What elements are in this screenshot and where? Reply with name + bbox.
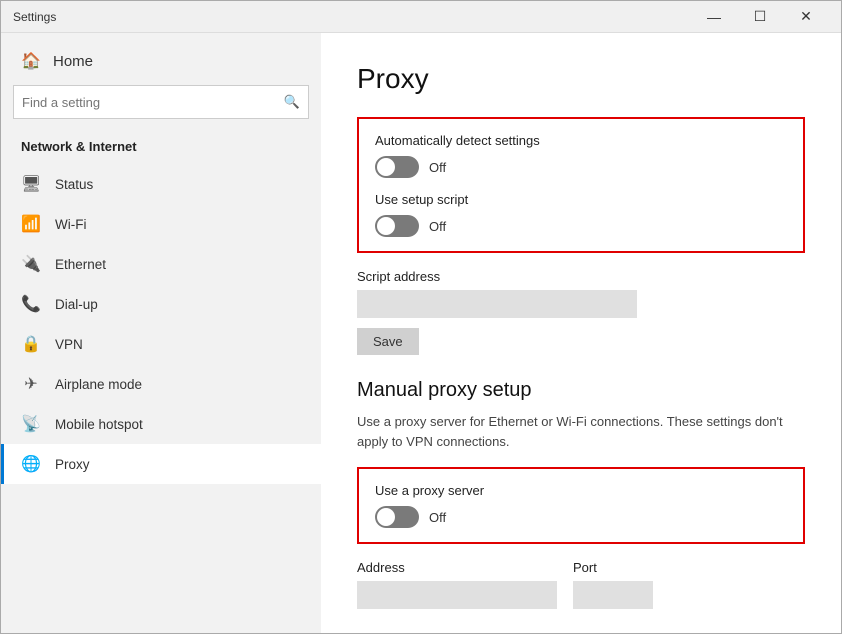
hotspot-icon: 📡 <box>21 414 41 434</box>
maximize-button[interactable]: ☐ <box>737 1 783 33</box>
search-input[interactable] <box>22 95 284 110</box>
proxy-icon: 🌐 <box>21 454 41 474</box>
sidebar-home[interactable]: 🏠 Home <box>1 33 321 85</box>
titlebar: Settings — ☐ ✕ <box>1 1 841 33</box>
main-content: Proxy Automatically detect settings Off … <box>321 33 841 633</box>
auto-detect-state: Off <box>429 160 446 175</box>
sidebar-label-dialup: Dial-up <box>55 297 98 312</box>
save-button[interactable]: Save <box>357 328 419 355</box>
address-field: Address <box>357 560 557 609</box>
sidebar-item-hotspot[interactable]: 📡 Mobile hotspot <box>1 404 321 444</box>
app-body: 🏠 Home 🔍 Network & Internet 🖥 Status 📶 W… <box>1 33 841 633</box>
search-icon: 🔍 <box>284 94 300 110</box>
port-field: Port <box>573 560 653 609</box>
sidebar-item-ethernet[interactable]: 🔌 Ethernet <box>1 244 321 284</box>
automatic-proxy-section: Automatically detect settings Off Use se… <box>357 117 805 253</box>
address-port-row: Address Port <box>357 560 805 609</box>
sidebar-item-dialup[interactable]: 📞 Dial-up <box>1 284 321 324</box>
use-proxy-toggle[interactable] <box>375 506 419 528</box>
window-controls: — ☐ ✕ <box>691 1 829 33</box>
address-input[interactable] <box>357 581 557 609</box>
status-icon: 🖥 <box>21 174 41 194</box>
script-address-label: Script address <box>357 269 805 284</box>
use-proxy-label: Use a proxy server <box>375 483 787 498</box>
auto-detect-label: Automatically detect settings <box>375 133 787 148</box>
search-box[interactable]: 🔍 <box>13 85 309 119</box>
page-title: Proxy <box>357 63 805 95</box>
home-icon: 🏠 <box>21 51 41 71</box>
dialup-icon: 📞 <box>21 294 41 314</box>
sidebar-item-vpn[interactable]: 🔒 VPN <box>1 324 321 364</box>
setup-script-row: Off <box>375 215 787 237</box>
app-title: Settings <box>13 10 56 24</box>
sidebar-label-wifi: Wi-Fi <box>55 217 86 232</box>
sidebar-label-status: Status <box>55 177 93 192</box>
use-proxy-state: Off <box>429 510 446 525</box>
sidebar: 🏠 Home 🔍 Network & Internet 🖥 Status 📶 W… <box>1 33 321 633</box>
sidebar-label-ethernet: Ethernet <box>55 257 106 272</box>
minimize-button[interactable]: — <box>691 1 737 33</box>
airplane-icon: ✈ <box>21 374 41 394</box>
port-input[interactable] <box>573 581 653 609</box>
ethernet-icon: 🔌 <box>21 254 41 274</box>
sidebar-label-vpn: VPN <box>55 337 83 352</box>
auto-detect-row: Off <box>375 156 787 178</box>
home-label: Home <box>53 53 93 70</box>
wifi-icon: 📶 <box>21 214 41 234</box>
use-proxy-section: Use a proxy server Off <box>357 467 805 544</box>
auto-detect-toggle[interactable] <box>375 156 419 178</box>
sidebar-item-status[interactable]: 🖥 Status <box>1 164 321 204</box>
sidebar-item-airplane[interactable]: ✈ Airplane mode <box>1 364 321 404</box>
script-address-input[interactable] <box>357 290 637 318</box>
manual-proxy-title: Manual proxy setup <box>357 379 805 402</box>
setup-script-label: Use setup script <box>375 192 787 207</box>
setup-script-state: Off <box>429 219 446 234</box>
sidebar-label-hotspot: Mobile hotspot <box>55 417 143 432</box>
manual-proxy-desc: Use a proxy server for Ethernet or Wi-Fi… <box>357 412 805 451</box>
port-label: Port <box>573 560 653 575</box>
vpn-icon: 🔒 <box>21 334 41 354</box>
sidebar-label-airplane: Airplane mode <box>55 377 142 392</box>
sidebar-label-proxy: Proxy <box>55 457 90 472</box>
sidebar-section-title: Network & Internet <box>1 135 321 164</box>
use-proxy-row: Off <box>375 506 787 528</box>
setup-script-toggle[interactable] <box>375 215 419 237</box>
sidebar-item-proxy[interactable]: 🌐 Proxy <box>1 444 321 484</box>
sidebar-item-wifi[interactable]: 📶 Wi-Fi <box>1 204 321 244</box>
close-button[interactable]: ✕ <box>783 1 829 33</box>
address-label: Address <box>357 560 557 575</box>
